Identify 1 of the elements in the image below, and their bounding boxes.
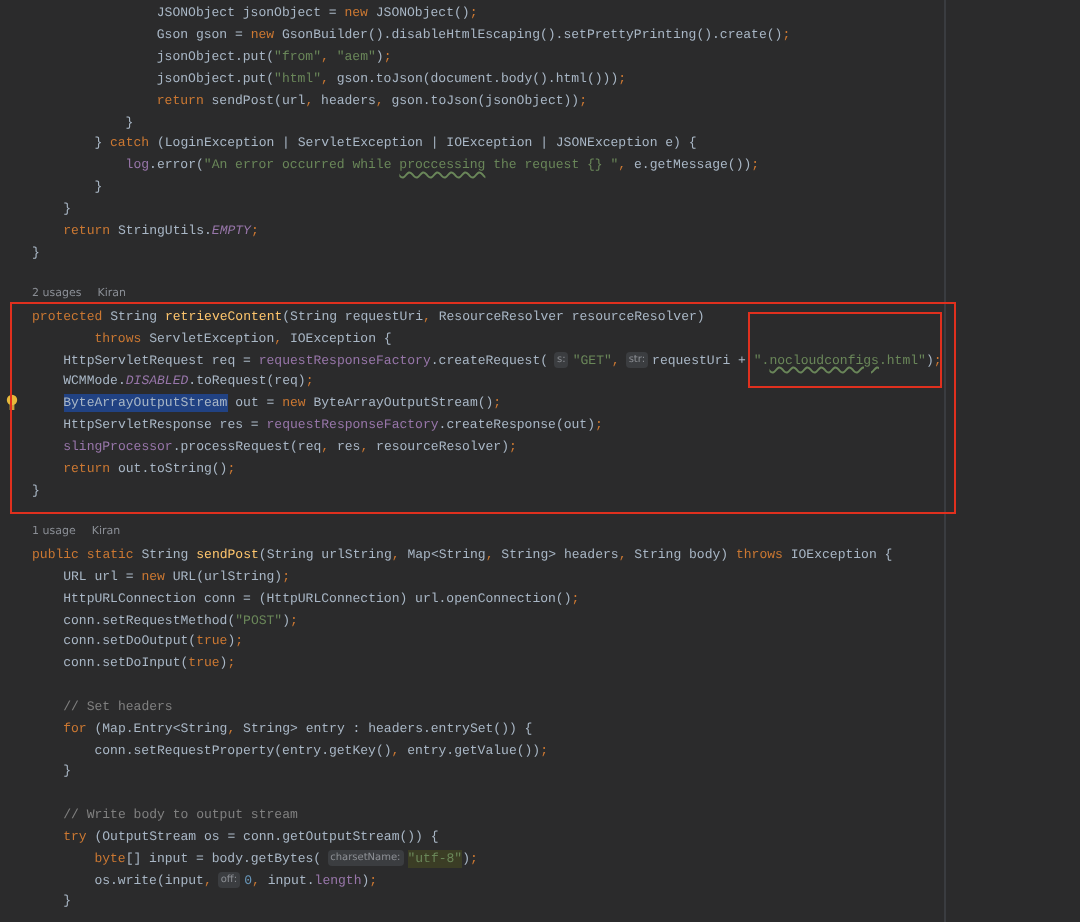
lightbulb-icon[interactable] <box>6 394 18 413</box>
